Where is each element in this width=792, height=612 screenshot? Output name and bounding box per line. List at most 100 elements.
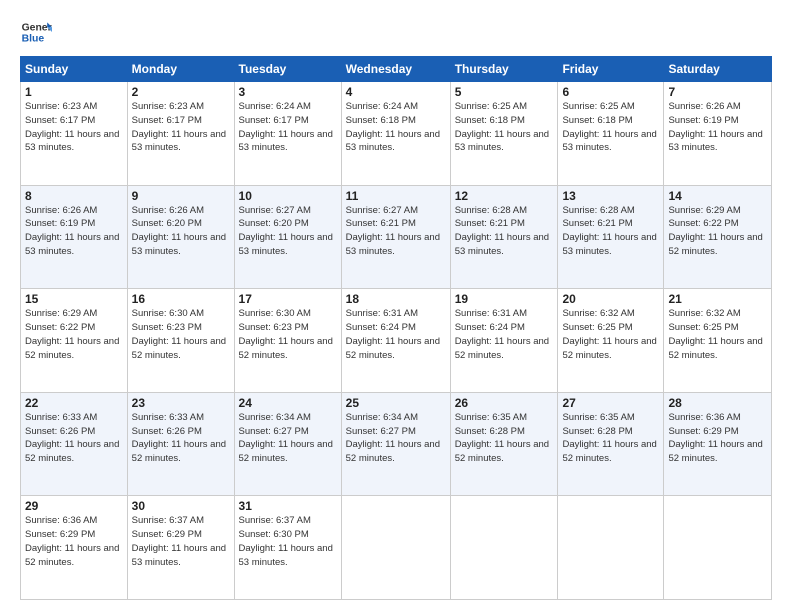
day-info: Sunrise: 6:27 AMSunset: 6:21 PMDaylight:…: [346, 205, 440, 257]
day-number: 26: [455, 396, 554, 410]
calendar-cell: 13 Sunrise: 6:28 AMSunset: 6:21 PMDaylig…: [558, 185, 664, 289]
day-info: Sunrise: 6:36 AMSunset: 6:29 PMDaylight:…: [668, 412, 762, 464]
day-number: 20: [562, 292, 659, 306]
day-info: Sunrise: 6:35 AMSunset: 6:28 PMDaylight:…: [562, 412, 656, 464]
calendar-cell: 29 Sunrise: 6:36 AMSunset: 6:29 PMDaylig…: [21, 496, 128, 600]
day-number: 30: [132, 499, 230, 513]
calendar-cell: [450, 496, 558, 600]
day-number: 27: [562, 396, 659, 410]
calendar-cell: 9 Sunrise: 6:26 AMSunset: 6:20 PMDayligh…: [127, 185, 234, 289]
calendar-cell: 3 Sunrise: 6:24 AMSunset: 6:17 PMDayligh…: [234, 82, 341, 186]
calendar-cell: 17 Sunrise: 6:30 AMSunset: 6:23 PMDaylig…: [234, 289, 341, 393]
day-info: Sunrise: 6:32 AMSunset: 6:25 PMDaylight:…: [668, 308, 762, 360]
day-info: Sunrise: 6:27 AMSunset: 6:20 PMDaylight:…: [239, 205, 333, 257]
day-number: 4: [346, 85, 446, 99]
calendar-cell: 12 Sunrise: 6:28 AMSunset: 6:21 PMDaylig…: [450, 185, 558, 289]
calendar-cell: [664, 496, 772, 600]
day-number: 15: [25, 292, 123, 306]
day-number: 23: [132, 396, 230, 410]
day-number: 12: [455, 189, 554, 203]
day-number: 28: [668, 396, 767, 410]
calendar-cell: 10 Sunrise: 6:27 AMSunset: 6:20 PMDaylig…: [234, 185, 341, 289]
calendar-cell: 27 Sunrise: 6:35 AMSunset: 6:28 PMDaylig…: [558, 392, 664, 496]
calendar-cell: 19 Sunrise: 6:31 AMSunset: 6:24 PMDaylig…: [450, 289, 558, 393]
day-number: 14: [668, 189, 767, 203]
calendar-cell: 24 Sunrise: 6:34 AMSunset: 6:27 PMDaylig…: [234, 392, 341, 496]
col-header-friday: Friday: [558, 57, 664, 82]
day-number: 22: [25, 396, 123, 410]
day-info: Sunrise: 6:26 AMSunset: 6:19 PMDaylight:…: [25, 205, 119, 257]
day-info: Sunrise: 6:34 AMSunset: 6:27 PMDaylight:…: [346, 412, 440, 464]
day-number: 31: [239, 499, 337, 513]
calendar-cell: 15 Sunrise: 6:29 AMSunset: 6:22 PMDaylig…: [21, 289, 128, 393]
calendar-cell: 14 Sunrise: 6:29 AMSunset: 6:22 PMDaylig…: [664, 185, 772, 289]
day-number: 10: [239, 189, 337, 203]
calendar-cell: 18 Sunrise: 6:31 AMSunset: 6:24 PMDaylig…: [341, 289, 450, 393]
col-header-monday: Monday: [127, 57, 234, 82]
day-number: 16: [132, 292, 230, 306]
day-info: Sunrise: 6:31 AMSunset: 6:24 PMDaylight:…: [346, 308, 440, 360]
calendar-table: SundayMondayTuesdayWednesdayThursdayFrid…: [20, 56, 772, 600]
day-number: 2: [132, 85, 230, 99]
day-info: Sunrise: 6:26 AMSunset: 6:19 PMDaylight:…: [668, 101, 762, 153]
calendar-cell: 8 Sunrise: 6:26 AMSunset: 6:19 PMDayligh…: [21, 185, 128, 289]
day-number: 8: [25, 189, 123, 203]
col-header-wednesday: Wednesday: [341, 57, 450, 82]
logo: General Blue: [20, 16, 52, 48]
day-info: Sunrise: 6:29 AMSunset: 6:22 PMDaylight:…: [668, 205, 762, 257]
day-info: Sunrise: 6:33 AMSunset: 6:26 PMDaylight:…: [132, 412, 226, 464]
day-number: 13: [562, 189, 659, 203]
day-info: Sunrise: 6:37 AMSunset: 6:29 PMDaylight:…: [132, 515, 226, 567]
calendar-cell: 16 Sunrise: 6:30 AMSunset: 6:23 PMDaylig…: [127, 289, 234, 393]
col-header-thursday: Thursday: [450, 57, 558, 82]
page-header: General Blue: [20, 16, 772, 48]
calendar-cell: 5 Sunrise: 6:25 AMSunset: 6:18 PMDayligh…: [450, 82, 558, 186]
day-number: 19: [455, 292, 554, 306]
day-info: Sunrise: 6:32 AMSunset: 6:25 PMDaylight:…: [562, 308, 656, 360]
day-number: 7: [668, 85, 767, 99]
day-info: Sunrise: 6:28 AMSunset: 6:21 PMDaylight:…: [455, 205, 549, 257]
calendar-cell: [341, 496, 450, 600]
col-header-saturday: Saturday: [664, 57, 772, 82]
day-number: 21: [668, 292, 767, 306]
day-info: Sunrise: 6:24 AMSunset: 6:18 PMDaylight:…: [346, 101, 440, 153]
day-info: Sunrise: 6:24 AMSunset: 6:17 PMDaylight:…: [239, 101, 333, 153]
calendar-cell: 23 Sunrise: 6:33 AMSunset: 6:26 PMDaylig…: [127, 392, 234, 496]
calendar-cell: 26 Sunrise: 6:35 AMSunset: 6:28 PMDaylig…: [450, 392, 558, 496]
day-number: 25: [346, 396, 446, 410]
day-number: 9: [132, 189, 230, 203]
calendar-cell: 20 Sunrise: 6:32 AMSunset: 6:25 PMDaylig…: [558, 289, 664, 393]
day-number: 11: [346, 189, 446, 203]
day-info: Sunrise: 6:30 AMSunset: 6:23 PMDaylight:…: [132, 308, 226, 360]
day-number: 17: [239, 292, 337, 306]
day-number: 18: [346, 292, 446, 306]
day-number: 29: [25, 499, 123, 513]
calendar-cell: 7 Sunrise: 6:26 AMSunset: 6:19 PMDayligh…: [664, 82, 772, 186]
day-info: Sunrise: 6:26 AMSunset: 6:20 PMDaylight:…: [132, 205, 226, 257]
col-header-tuesday: Tuesday: [234, 57, 341, 82]
calendar-cell: [558, 496, 664, 600]
day-info: Sunrise: 6:23 AMSunset: 6:17 PMDaylight:…: [25, 101, 119, 153]
day-info: Sunrise: 6:37 AMSunset: 6:30 PMDaylight:…: [239, 515, 333, 567]
calendar-cell: 28 Sunrise: 6:36 AMSunset: 6:29 PMDaylig…: [664, 392, 772, 496]
calendar-cell: 4 Sunrise: 6:24 AMSunset: 6:18 PMDayligh…: [341, 82, 450, 186]
day-info: Sunrise: 6:36 AMSunset: 6:29 PMDaylight:…: [25, 515, 119, 567]
day-info: Sunrise: 6:33 AMSunset: 6:26 PMDaylight:…: [25, 412, 119, 464]
calendar-cell: 21 Sunrise: 6:32 AMSunset: 6:25 PMDaylig…: [664, 289, 772, 393]
day-info: Sunrise: 6:34 AMSunset: 6:27 PMDaylight:…: [239, 412, 333, 464]
day-number: 5: [455, 85, 554, 99]
day-info: Sunrise: 6:25 AMSunset: 6:18 PMDaylight:…: [455, 101, 549, 153]
day-info: Sunrise: 6:31 AMSunset: 6:24 PMDaylight:…: [455, 308, 549, 360]
day-info: Sunrise: 6:28 AMSunset: 6:21 PMDaylight:…: [562, 205, 656, 257]
day-info: Sunrise: 6:35 AMSunset: 6:28 PMDaylight:…: [455, 412, 549, 464]
calendar-cell: 30 Sunrise: 6:37 AMSunset: 6:29 PMDaylig…: [127, 496, 234, 600]
day-info: Sunrise: 6:25 AMSunset: 6:18 PMDaylight:…: [562, 101, 656, 153]
day-number: 1: [25, 85, 123, 99]
day-info: Sunrise: 6:29 AMSunset: 6:22 PMDaylight:…: [25, 308, 119, 360]
calendar-cell: 11 Sunrise: 6:27 AMSunset: 6:21 PMDaylig…: [341, 185, 450, 289]
col-header-sunday: Sunday: [21, 57, 128, 82]
day-info: Sunrise: 6:30 AMSunset: 6:23 PMDaylight:…: [239, 308, 333, 360]
calendar-cell: 2 Sunrise: 6:23 AMSunset: 6:17 PMDayligh…: [127, 82, 234, 186]
day-info: Sunrise: 6:23 AMSunset: 6:17 PMDaylight:…: [132, 101, 226, 153]
day-number: 24: [239, 396, 337, 410]
